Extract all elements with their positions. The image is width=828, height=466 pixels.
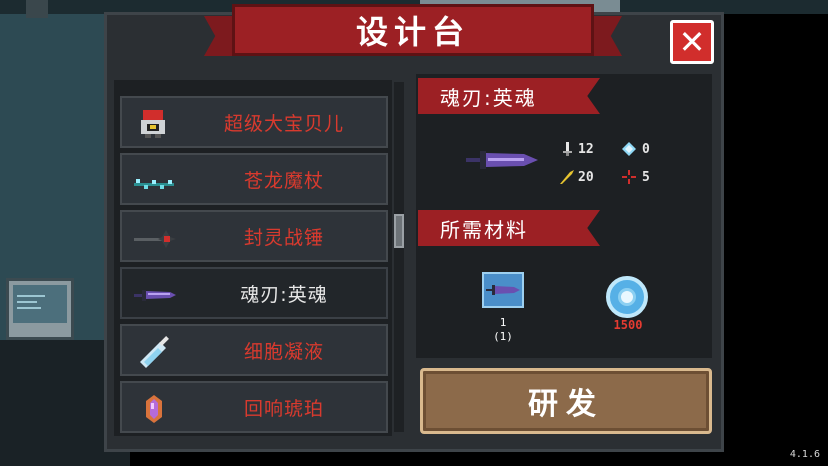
crit-value: 20 bbox=[578, 170, 594, 185]
version-label: 4.1.6 bbox=[789, 449, 820, 460]
list-item-label: 细胞凝液 bbox=[243, 340, 324, 363]
robot-icon bbox=[141, 110, 165, 138]
weapon-preview-icon bbox=[466, 151, 538, 169]
material-count: 1 bbox=[499, 316, 507, 329]
list-item[interactable]: 苍龙魔杖 bbox=[120, 153, 388, 205]
list-item[interactable]: 封灵战锤 bbox=[120, 210, 388, 262]
material-owned: (1) bbox=[493, 330, 513, 343]
sword-icon bbox=[134, 290, 176, 301]
gem-icon bbox=[606, 276, 648, 318]
energy-icon bbox=[622, 142, 636, 156]
computer-terminal bbox=[6, 278, 74, 340]
gem-cost: 1500 bbox=[613, 318, 643, 332]
craft-button[interactable]: 研发 bbox=[420, 368, 712, 434]
page-title: 设计台 bbox=[355, 13, 470, 51]
staff-icon bbox=[134, 179, 174, 189]
list-item[interactable]: 超级大宝贝儿 bbox=[120, 96, 388, 148]
crit-icon bbox=[560, 170, 574, 184]
materials-banner: 所需材料 bbox=[418, 210, 600, 246]
list-item-selected[interactable]: 魂刃:英魂 bbox=[120, 267, 388, 319]
accuracy-icon bbox=[622, 170, 636, 184]
close-icon: ✕ bbox=[678, 23, 706, 61]
syringe-icon bbox=[140, 336, 169, 368]
list-item-label: 封灵战锤 bbox=[243, 226, 324, 249]
list-scrollbar[interactable] bbox=[394, 82, 404, 432]
item-name-banner: 魂刃:英魂 bbox=[418, 78, 600, 114]
close-button[interactable]: ✕ bbox=[670, 20, 714, 64]
energy-value: 0 bbox=[642, 142, 650, 157]
hammer-icon bbox=[134, 230, 176, 248]
list-item[interactable]: 细胞凝液 bbox=[120, 324, 388, 376]
edge-marker bbox=[724, 42, 732, 60]
scroll-thumb[interactable] bbox=[394, 214, 404, 248]
list-item[interactable]: 回响琥珀 bbox=[120, 381, 388, 433]
damage-value: 12 bbox=[578, 142, 594, 157]
wall-block bbox=[26, 0, 48, 18]
list-item-label: 超级大宝贝儿 bbox=[223, 112, 344, 135]
list-item-label: 魂刃:英魂 bbox=[240, 283, 328, 306]
list-item-label: 苍龙魔杖 bbox=[243, 169, 324, 192]
accuracy-value: 5 bbox=[642, 170, 650, 185]
amber-icon bbox=[146, 395, 162, 423]
damage-icon bbox=[563, 142, 572, 156]
sword-blueprint-icon bbox=[486, 285, 520, 295]
material-slot[interactable] bbox=[482, 272, 524, 308]
list-item-label: 回响琥珀 bbox=[243, 397, 324, 420]
